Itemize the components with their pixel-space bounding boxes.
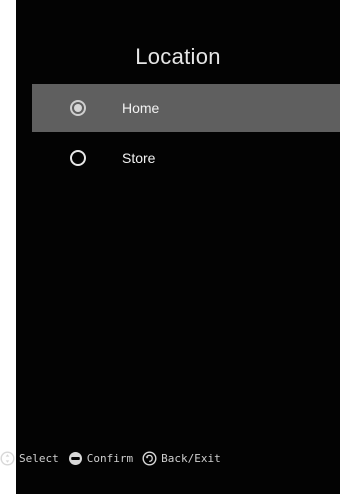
radio-unchecked-icon[interactable] bbox=[70, 150, 86, 166]
back-arrow-icon bbox=[142, 450, 157, 466]
enter-button-icon bbox=[68, 451, 82, 465]
hint-select: Select bbox=[0, 450, 59, 466]
location-options: Home Store bbox=[32, 84, 340, 184]
option-home-label: Home bbox=[122, 100, 160, 116]
hint-confirm: Confirm bbox=[68, 451, 133, 466]
hint-back-label: Back/Exit bbox=[161, 451, 221, 465]
option-store-label: Store bbox=[122, 150, 156, 166]
option-store[interactable]: Store bbox=[32, 134, 340, 182]
page-title: Location bbox=[135, 44, 221, 69]
button-hints-bar: Select Confirm Back/Exit bbox=[0, 448, 230, 468]
hint-confirm-label: Confirm bbox=[86, 451, 134, 465]
radio-checked-icon[interactable] bbox=[70, 100, 86, 116]
hint-back: Back/Exit bbox=[142, 450, 221, 466]
dpad-icon bbox=[0, 450, 15, 466]
hint-select-label: Select bbox=[19, 451, 59, 465]
option-home[interactable]: Home bbox=[32, 84, 340, 132]
tv-screen: Location Home Store bbox=[16, 0, 340, 494]
